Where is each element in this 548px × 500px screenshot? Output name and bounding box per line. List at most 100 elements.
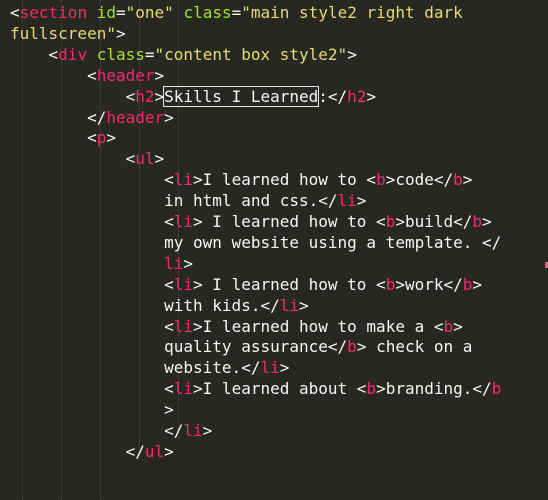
code-token: <: [164, 212, 174, 231]
code-token: b: [453, 170, 463, 190]
code-token: >: [154, 149, 165, 169]
code-token: >: [154, 86, 165, 106]
code-token: header: [96, 65, 155, 85]
code-token: quality assurance</: [10, 337, 348, 357]
code-line[interactable]: <header>: [10, 65, 164, 86]
code-line[interactable]: <li>I learned about <b>branding.</b: [10, 378, 501, 399]
code-token: b: [443, 316, 454, 336]
code-token: >: [472, 274, 483, 294]
code-token: >: [366, 86, 377, 106]
code-line[interactable]: <li> I learned how to <b>build</b>: [10, 211, 492, 232]
code-line[interactable]: <li> I learned how to <b>work</b>: [10, 274, 482, 295]
code-line[interactable]: <section id="one" class="main style2 rig…: [10, 2, 463, 23]
code-line[interactable]: </li>: [10, 420, 212, 441]
code-token: class: [183, 3, 232, 22]
code-line[interactable]: li>: [10, 253, 193, 274]
code-token: my own website using a template. </: [10, 232, 502, 252]
code-line[interactable]: <li>I learned how to <b>code</b>: [10, 169, 472, 190]
code-token: b: [462, 274, 473, 294]
code-token: </: [87, 107, 107, 127]
code-token: "main style2 right dark: [241, 3, 463, 22]
code-token: section: [19, 3, 88, 22]
code-token: h2: [347, 86, 367, 106]
code-token: li: [337, 191, 357, 211]
code-line[interactable]: quality assurance</b> check on a: [10, 336, 472, 357]
code-line[interactable]: with kids.</li>: [10, 295, 309, 316]
code-token: "one": [125, 3, 174, 22]
code-token: > I learned how to <: [193, 212, 386, 231]
code-line[interactable]: </ul>: [10, 441, 174, 462]
code-token: header: [106, 107, 165, 127]
code-line[interactable]: <ul>: [10, 148, 165, 169]
code-line[interactable]: <div class="content box style2">: [10, 44, 357, 65]
code-line[interactable]: website.</li>: [10, 357, 289, 378]
code-token: >branding.</: [376, 379, 492, 399]
code-token: >: [183, 253, 194, 273]
code-line[interactable]: fullscreen">: [10, 23, 126, 44]
code-token: <: [48, 44, 59, 64]
code-token: > check on a: [356, 337, 473, 357]
code-token: <: [164, 379, 174, 399]
code-token: id: [96, 3, 116, 22]
code-token: >: [115, 23, 126, 43]
code-line[interactable]: my own website using a template. </: [10, 232, 501, 253]
code-token: >: [10, 400, 174, 420]
code-token: li: [183, 421, 203, 440]
code-token: =: [115, 3, 126, 22]
code-token: >build</: [395, 212, 473, 231]
code-editor[interactable]: <section id="one" class="main style2 rig…: [0, 0, 548, 500]
code-line[interactable]: </header>: [10, 107, 174, 128]
code-token: </: [164, 421, 184, 440]
code-token: b: [366, 379, 377, 399]
code-token: div: [58, 44, 88, 64]
code-token: li: [173, 170, 194, 190]
code-token: <: [125, 86, 136, 106]
code-token: <: [87, 65, 97, 85]
code-token: >: [453, 316, 463, 336]
code-line[interactable]: in html and css.</li>: [10, 190, 366, 211]
code-token: >I learned how to make a <: [193, 316, 444, 336]
code-token: li: [173, 212, 194, 231]
code-token: <: [164, 316, 174, 336]
code-token: >: [106, 128, 116, 148]
code-token: p: [96, 128, 107, 148]
code-token: >: [279, 358, 290, 378]
code-token: >: [347, 44, 357, 64]
code-token: b: [385, 274, 396, 294]
code-token: >I learned how to <: [193, 170, 377, 190]
code-token: h2: [135, 86, 155, 106]
code-token: >: [164, 107, 174, 127]
code-token: b: [472, 212, 483, 231]
code-token: <: [10, 3, 20, 22]
code-line[interactable]: >: [10, 399, 174, 420]
code-token: li: [173, 274, 194, 294]
code-token: =: [231, 3, 242, 22]
code-token: :</: [318, 86, 348, 106]
code-line[interactable]: <li>I learned how to make a <b>: [10, 316, 463, 337]
code-token: >I learned about <: [193, 379, 367, 399]
code-token: > I learned how to <: [193, 274, 386, 294]
code-token: ul: [144, 441, 165, 461]
code-token: >: [356, 191, 367, 211]
code-line[interactable]: <p>: [10, 127, 116, 148]
code-token: li: [260, 358, 280, 378]
code-token: >work</: [395, 274, 463, 294]
code-token: b: [385, 212, 396, 231]
code-token: </: [125, 441, 145, 461]
code-token: "content box style2": [154, 44, 348, 64]
code-token: <: [125, 149, 136, 169]
code-token: li: [173, 316, 194, 336]
code-line[interactable]: <h2>Skills I Learned:</h2>: [10, 85, 377, 107]
